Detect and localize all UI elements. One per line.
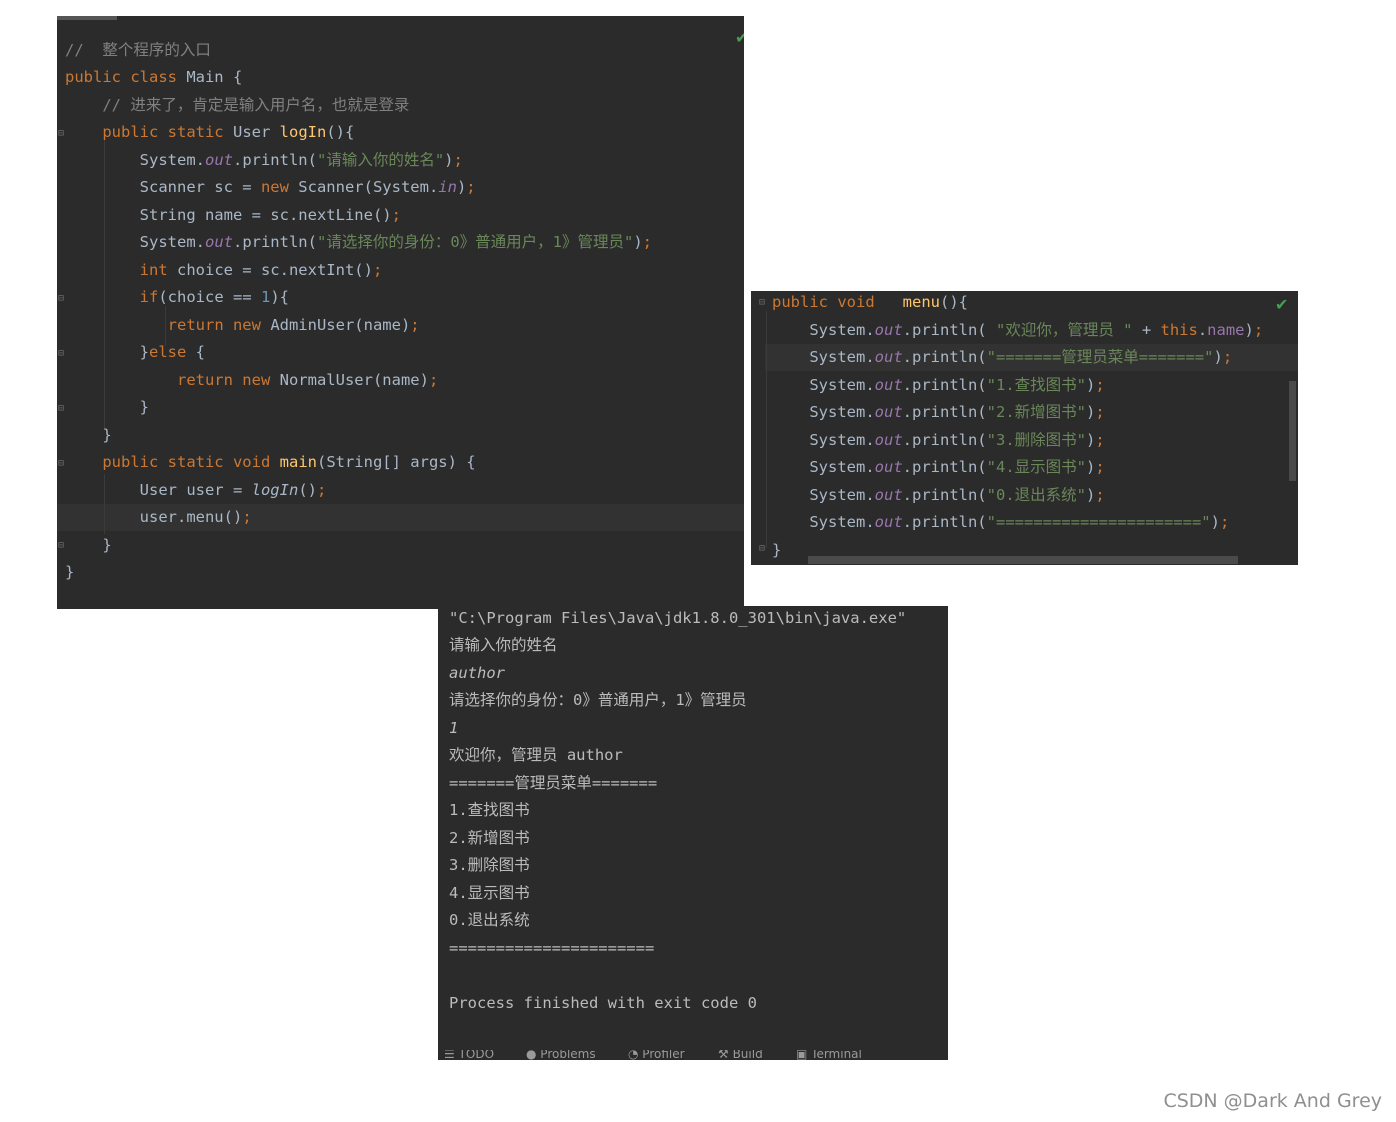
console-user-input: 1	[449, 719, 459, 737]
tab-build[interactable]: ⚒ Build	[718, 1050, 763, 1060]
code-line: Scanner sc = new Scanner(System.in);	[65, 178, 476, 196]
code-line: System.out.println("请选择你的身份：0》普通用户，1》管理员…	[65, 233, 653, 251]
code-line: }	[772, 541, 782, 559]
code-line: System.out.println("请输入你的姓名");	[65, 151, 463, 169]
console-line: 1.查找图书	[449, 801, 530, 819]
console-line-exit: Process finished with exit code 0	[449, 994, 757, 1012]
tab-profiler[interactable]: ◔ Profiler	[628, 1050, 685, 1060]
code-line: return new AdminUser(name);	[167, 316, 420, 334]
code-line: if(choice == 1){	[139, 288, 289, 306]
code-line: }	[65, 563, 75, 581]
code-line: System.out.println("4.显示图书");	[772, 458, 1105, 476]
code-line: }	[65, 398, 149, 416]
code-line: public class Main {	[65, 68, 243, 86]
code-line: User user = logIn();	[65, 481, 327, 499]
vertical-scrollbar[interactable]	[1289, 381, 1296, 481]
inspection-ok-icon[interactable]: ✔	[735, 28, 744, 47]
code-line: System.out.println( "欢迎你，管理员 " + this.na…	[772, 321, 1264, 339]
tab-problems[interactable]: ● Problems	[526, 1050, 596, 1060]
console-line: ======================	[449, 939, 655, 957]
console-line: 请选择你的身份：0》普通用户，1》管理员	[449, 691, 747, 709]
indent-guide	[766, 311, 767, 548]
tab-terminal[interactable]: ▣ Terminal	[796, 1050, 862, 1060]
horizontal-scrollbar[interactable]	[808, 556, 1238, 564]
console-line: 4.显示图书	[449, 884, 530, 902]
watermark: CSDN @Dark And Grey	[1163, 1090, 1382, 1112]
code-line: // 进来了，肯定是输入用户名，也就是登录	[65, 96, 410, 114]
main-editor-panel: ✔ ⊟ ⊟ ⊟ ⊟ ⊟ ⊟ // 整个程序的入口 public class Ma…	[57, 16, 744, 609]
code-line: System.out.println("3.删除图书");	[772, 431, 1105, 449]
code-line: // 整个程序的入口	[65, 41, 211, 59]
code-line: System.out.println("2.新增图书");	[772, 403, 1105, 421]
fold-marker-icon[interactable]: ⊟	[58, 458, 64, 469]
code-line: System.out.println("1.查找图书");	[772, 376, 1105, 394]
code-line: String name = sc.nextLine();	[65, 206, 401, 224]
code-line: }else {	[65, 343, 205, 361]
fold-marker-icon[interactable]: ⊟	[58, 540, 64, 551]
console-line: 请输入你的姓名	[449, 636, 558, 654]
run-console-panel: "C:\Program Files\Java\jdk1.8.0_301\bin\…	[438, 606, 948, 1060]
console-line: 2.新增图书	[449, 829, 530, 847]
tab-todo[interactable]: ☰ TODO	[444, 1050, 494, 1060]
code-line: }	[65, 426, 112, 444]
inspection-ok-icon[interactable]: ✔	[1275, 295, 1288, 314]
editor-tab-indicator	[57, 16, 117, 20]
code-line: System.out.println("0.退出系统");	[772, 486, 1105, 504]
code-line: System.out.println("=======管理员菜单======="…	[772, 348, 1233, 366]
fold-marker-icon[interactable]: ⊟	[58, 293, 64, 304]
fold-marker-icon[interactable]: ⊟	[58, 348, 64, 359]
code-line: }	[65, 536, 112, 554]
fold-marker-icon[interactable]: ⊟	[58, 128, 64, 139]
console-user-input: author	[449, 664, 505, 682]
code-line: int choice = sc.nextInt();	[139, 261, 383, 279]
code-line: public static User logIn(){	[102, 123, 355, 141]
console-line: 欢迎你，管理员 author	[449, 746, 623, 764]
fold-marker-icon[interactable]: ⊟	[58, 403, 64, 414]
fold-marker-icon[interactable]: ⊟	[759, 543, 765, 554]
code-line: public static void main(String[] args) {	[102, 453, 476, 471]
console-line-command: "C:\Program Files\Java\jdk1.8.0_301\bin\…	[449, 609, 907, 627]
code-line: public void menu(){	[772, 293, 968, 311]
code-line: user.menu();	[65, 508, 252, 526]
console-line: =======管理员菜单=======	[449, 774, 658, 792]
fold-marker-icon[interactable]: ⊟	[759, 297, 765, 308]
tool-window-tabs: ☰ TODO ● Problems ◔ Profiler ⚒ Build ▣ T…	[438, 1050, 948, 1060]
console-line: 0.退出系统	[449, 911, 530, 929]
menu-editor-panel: ✔ ⊟ ⊟ public void menu(){ System.out.pri…	[751, 291, 1298, 565]
code-line: System.out.println("====================…	[772, 513, 1230, 531]
console-line: 3.删除图书	[449, 856, 530, 874]
code-line: return new NormalUser(name);	[176, 371, 439, 389]
